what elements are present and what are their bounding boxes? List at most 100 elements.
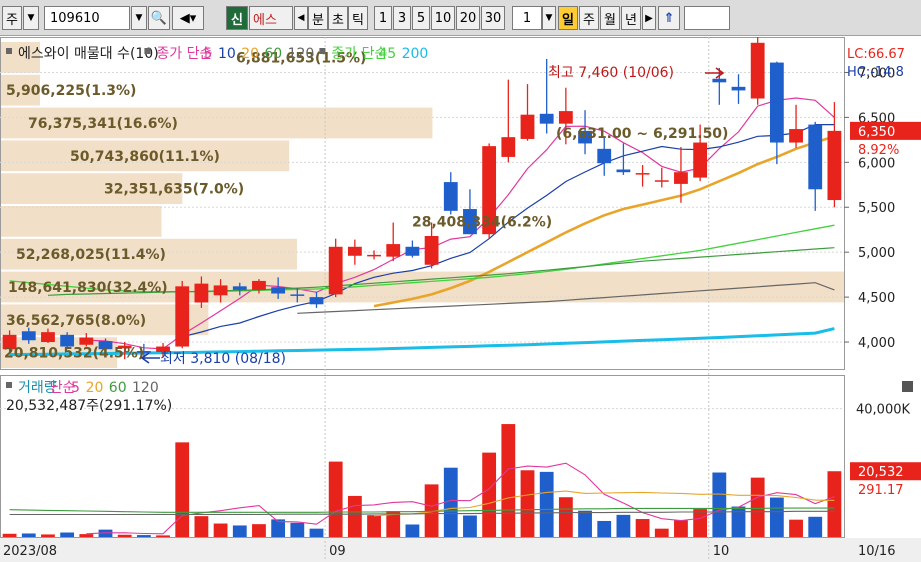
stock-name-value: 에스 <box>253 12 277 28</box>
candle-body <box>731 86 746 91</box>
period-1-label: 1 <box>378 10 388 26</box>
legend-volume-ma-120: 120 <box>132 380 159 396</box>
period-30-label: 30 <box>484 10 502 26</box>
volume-bar <box>501 424 516 537</box>
timeframe-week-button[interactable]: 주 <box>579 6 599 30</box>
volume-bar <box>750 477 765 537</box>
candle-body <box>175 286 190 347</box>
candle-body <box>271 287 286 294</box>
candle-body <box>827 130 842 201</box>
timeframe-year-button[interactable]: 년 <box>621 6 641 30</box>
candle-body <box>252 280 266 290</box>
volume-profile-label: 76,375,341(16.6%) <box>28 116 178 132</box>
count-dropdown-arrow-icon[interactable]: ▼ <box>542 6 556 30</box>
volume-bar <box>79 534 94 537</box>
legend-volume-ma-60: 60 <box>109 380 127 396</box>
candle-body <box>616 169 631 173</box>
period-20-button[interactable]: 20 <box>456 6 480 30</box>
timeframe-day-button[interactable]: 일 <box>558 6 578 30</box>
volume-bar <box>117 534 132 537</box>
period-30-button[interactable]: 30 <box>481 6 505 30</box>
period-5-label: 5 <box>416 10 426 26</box>
candle-body <box>520 114 535 139</box>
lc-label: LC:66.67 <box>847 47 905 62</box>
candle-body <box>769 62 784 143</box>
market-select[interactable]: 주 <box>2 6 22 30</box>
hc-label: HC:-14.8 <box>847 65 904 80</box>
range-box-label: (6,631.00 ~ 6,291.50) <box>556 126 728 142</box>
volume-bar <box>578 510 592 537</box>
period-second-button[interactable]: 초 <box>328 6 348 30</box>
timeframe-month-button[interactable]: 월 <box>600 6 620 30</box>
volume-bar <box>21 533 36 537</box>
volume-profile-label: 5,906,225(1.3%) <box>6 83 136 99</box>
volume-bar <box>156 535 170 537</box>
count-input[interactable]: 1 <box>512 6 542 30</box>
volume-profile-label: 36,562,765(8.0%) <box>6 313 146 329</box>
volume-profile-band <box>0 206 162 237</box>
volume-bar <box>367 515 381 537</box>
speaker-icon[interactable]: ◀▾ <box>172 6 204 30</box>
extra-input[interactable] <box>684 6 730 30</box>
current-price-label: 6,350 <box>858 125 895 140</box>
x-label-oct: 10 <box>713 544 730 559</box>
search-icon[interactable]: 🔍 <box>148 6 170 30</box>
stock-chart[interactable]: 4,0004,5005,0005,5006,0006,5007,00040,00… <box>0 37 921 562</box>
volume-bar <box>827 471 842 537</box>
next-arrow-icon[interactable]: ▶ <box>642 6 656 30</box>
volume-bar <box>616 514 631 537</box>
timeframe-day-label: 일 <box>562 12 574 28</box>
scroll-up-icon[interactable]: ⇑ <box>658 6 680 30</box>
period-3-button[interactable]: 3 <box>393 6 411 30</box>
period-5-button[interactable]: 5 <box>412 6 430 30</box>
legend-ma-120: 120 <box>288 46 315 62</box>
count-value: 1 <box>522 10 532 26</box>
volume-bar <box>41 534 55 537</box>
period-tick-label: 틱 <box>352 12 364 28</box>
volume-bar <box>2 533 17 537</box>
period-tick-button[interactable]: 틱 <box>348 6 368 30</box>
volume-bar <box>769 497 784 537</box>
period-minute-button[interactable]: 분 <box>308 6 328 30</box>
legend-ma-60: 60 <box>264 46 282 62</box>
period-20-label: 20 <box>459 10 477 26</box>
volume-bar <box>252 524 266 537</box>
volume-bar <box>213 523 228 537</box>
volume-bar <box>539 471 554 537</box>
volume-bar <box>175 442 190 537</box>
chart-toolbar: 주 ▼ 109610 ▼ 🔍 ◀▾ 신 에스 ◀ 분 초 틱 1 3 5 10 … <box>0 0 921 36</box>
volume-bar <box>693 509 708 537</box>
market-dropdown-arrow-icon[interactable]: ▼ <box>23 6 39 30</box>
code-dropdown-arrow-icon[interactable]: ▼ <box>131 6 147 30</box>
volume-bar <box>712 472 727 537</box>
volume-bar <box>597 520 612 537</box>
x-axis-band <box>0 538 921 562</box>
period-10-button[interactable]: 10 <box>431 6 455 30</box>
candle-body <box>386 244 401 257</box>
stock-code-value: 109610 <box>50 10 100 26</box>
period-1-button[interactable]: 1 <box>374 6 392 30</box>
candle-body <box>405 246 420 256</box>
candle-body <box>79 337 94 345</box>
legend-marker <box>6 382 12 388</box>
prev-arrow-icon[interactable]: ◀ <box>294 6 308 30</box>
current-volume-label: 20,532 <box>858 465 904 480</box>
candle-body <box>635 173 650 175</box>
candle-body <box>750 42 765 99</box>
legend-marker <box>319 48 326 54</box>
low-arrow-icon <box>140 352 160 364</box>
market-label: 주 <box>6 12 18 28</box>
timeframe-month-label: 월 <box>604 12 616 28</box>
x-label-sep: 09 <box>329 544 346 559</box>
period-10-label: 10 <box>434 10 452 26</box>
volume-profile-label: 52,268,025(11.4%) <box>16 247 166 263</box>
volume-pct-label: 291.17 <box>858 483 904 498</box>
volume-bar <box>60 532 75 537</box>
candle-body <box>712 78 727 83</box>
candle-body <box>808 124 823 190</box>
volume-profile-label: 50,743,860(11.1%) <box>70 149 220 165</box>
candle-body <box>693 142 708 178</box>
stock-code-input[interactable]: 109610 <box>44 6 130 30</box>
candle-body <box>501 137 516 157</box>
volume-bars-layer <box>2 424 842 537</box>
